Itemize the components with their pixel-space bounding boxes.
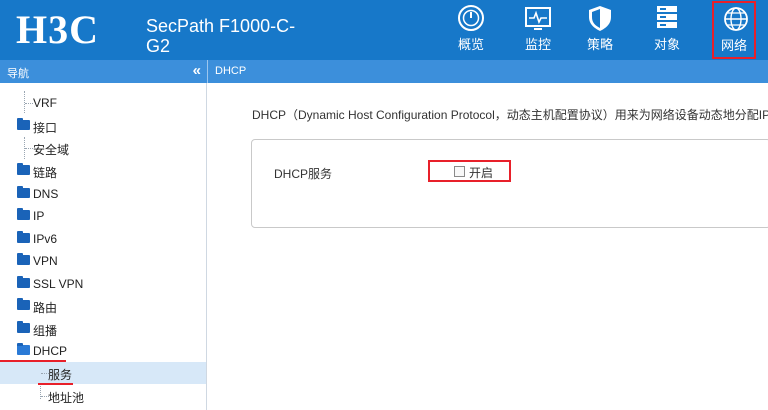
sidebar-item-security-zone[interactable]: 安全域 [0,137,206,159]
sidebar-item-label: DNS [33,187,59,201]
h3c-logo: H3C [16,7,99,52]
sidebar-item-label: IP [33,209,45,223]
sidebar-item-label: IPv6 [33,232,58,246]
sidebar-item-dns[interactable]: DNS [0,183,206,205]
folder-icon [17,231,30,243]
sidebar-item-ssl-vpn[interactable]: SSL VPN [0,273,206,295]
gauge-icon [458,5,484,31]
nav-policy-label: 策略 [586,37,613,52]
device-model-line2: G2 [146,36,171,56]
folder-icon [17,163,30,175]
nav-network-label: 网络 [720,38,747,53]
nav-overview-label: 概览 [457,37,484,52]
folder-icon [17,118,30,130]
nav-object-label: 对象 [653,37,680,52]
sidebar-item-label: DHCP [33,344,68,358]
enable-option-highlight: 开启 [428,160,511,182]
folder-icon [17,253,30,265]
sidebar-item-label: 安全域 [33,143,70,157]
sidebar-item-label: SSL VPN [33,277,84,291]
globe-icon [724,7,748,31]
device-model-line1: SecPath F1000-C- [146,16,296,36]
sidebar-item-link[interactable]: 链路 [0,160,206,182]
sidebar-item-ipv6[interactable]: IPv6 [0,228,206,250]
sidebar-item-label: 地址池 [48,391,85,405]
collapse-sidebar-button[interactable]: « [193,63,201,78]
sidebar-item-interface[interactable]: 接口 [0,115,206,137]
breadcrumb-current: DHCP [215,65,247,77]
sidebar-item-vrf[interactable]: VRF [0,92,206,114]
folder-icon [17,321,30,333]
nav-policy[interactable]: 策略 [575,2,625,58]
folder-icon [17,208,30,220]
sidebar-item-multicast[interactable]: 组播 [0,318,206,340]
monitor-icon [525,7,551,30]
sidebar-item-routing[interactable]: 路由 [0,295,206,317]
sidebar-item-ip[interactable]: IP [0,205,206,227]
sidebar-item-address-pool[interactable]: 地址池 [0,385,206,407]
sidebar-item-label: 链路 [33,166,58,180]
folder-icon [17,276,30,288]
nav-monitor[interactable]: 监控 [513,2,563,58]
enable-checkbox-label[interactable]: 开启 [469,164,493,181]
nav-panel-title: 导航 [7,68,29,80]
nav-panel-header: 导航 « [0,60,207,83]
nav-monitor-label: 监控 [524,37,551,52]
sidebar-item-label: 组播 [33,324,58,338]
folder-icon [17,186,30,198]
server-icon [657,6,677,28]
breadcrumb: DHCP [207,60,768,83]
shield-icon [589,6,611,31]
sidebar-item-dhcp[interactable]: DHCP [0,340,206,362]
sidebar-item-vpn[interactable]: VPN [0,250,206,272]
nav-object[interactable]: 对象 [642,2,692,58]
sidebar-item-label: VRF [33,96,57,110]
nav-overview[interactable]: 概览 [446,2,496,58]
sidebar: VRF 接口 安全域 链路 DNS IP IPv6 VPN SSL VPN 路由… [0,83,207,410]
enable-checkbox[interactable] [454,166,465,177]
page-description: DHCP（Dynamic Host Configuration Protocol… [252,108,768,122]
sidebar-item-dhcp-service[interactable]: 服务 [0,362,206,384]
folder-icon [17,298,30,310]
sidebar-item-label: VPN [33,254,58,268]
top-header: H3C SecPath F1000-C- G2 概览 监控 策略 对象 网络 [0,0,768,60]
folder-open-icon [17,343,30,355]
dhcp-service-panel [251,139,768,228]
sidebar-item-label: 接口 [33,121,58,135]
sidebar-item-label: 服务 [48,368,73,382]
sidebar-item-label: 路由 [33,301,58,315]
device-model: SecPath F1000-C- G2 [146,16,296,56]
dhcp-service-label: DHCP服务 [274,167,333,181]
nav-network[interactable]: 网络 [712,1,756,59]
